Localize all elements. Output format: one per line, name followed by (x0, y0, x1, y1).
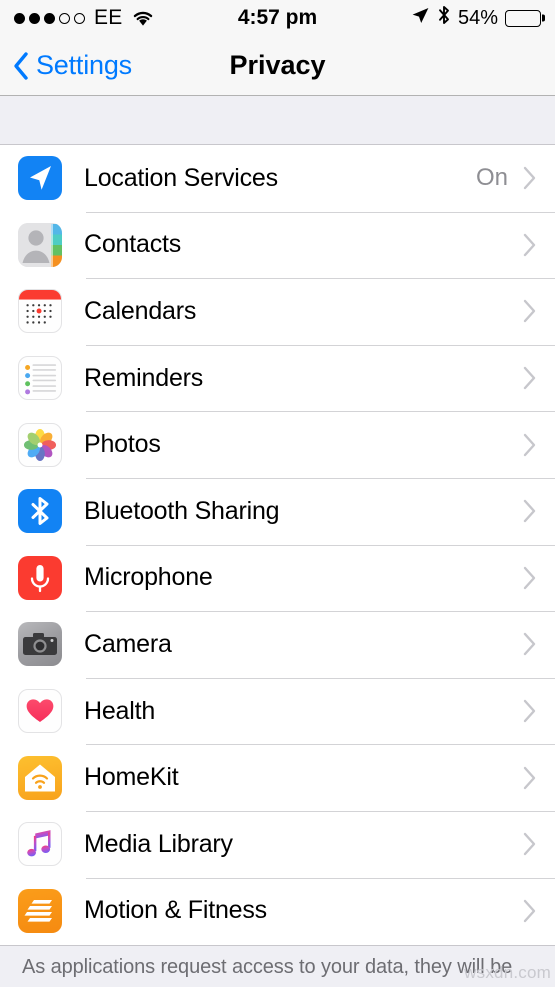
list-item-label: Photos (84, 430, 161, 459)
list-item-motion-fitness[interactable]: Motion & Fitness (0, 877, 555, 945)
calendars-icon (18, 289, 62, 334)
list-item-location-services[interactable]: Location Services On (0, 145, 555, 212)
chevron-right-icon (522, 698, 537, 724)
chevron-right-icon (522, 298, 537, 324)
wifi-icon (132, 10, 154, 27)
contacts-icon (18, 222, 62, 267)
back-button[interactable]: Settings (0, 50, 132, 81)
list-item-photos[interactable]: Photos (0, 411, 555, 478)
signal-dot-4 (59, 12, 70, 24)
list-item-label: Calendars (84, 296, 197, 325)
list-item-label: HomeKit (84, 763, 179, 792)
chevron-right-icon (522, 898, 537, 924)
photos-icon (18, 422, 62, 467)
status-bar-left: EE (14, 6, 154, 30)
list-item-label: Motion & Fitness (84, 896, 267, 925)
footer-note: As applications request access to your d… (0, 945, 555, 987)
list-item-calendars[interactable]: Calendars (0, 278, 555, 345)
homekit-icon (18, 755, 62, 800)
list-item-microphone[interactable]: Microphone (0, 544, 555, 612)
media-library-icon (18, 822, 62, 867)
chevron-right-icon (522, 631, 537, 657)
list-item-label: Location Services (84, 163, 278, 192)
list-item-homekit[interactable]: HomeKit (0, 744, 555, 811)
signal-strength-dots (14, 12, 85, 24)
bluetooth-sharing-icon (18, 489, 62, 534)
chevron-right-icon (522, 165, 537, 191)
reminders-icon (18, 356, 62, 401)
back-button-label: Settings (36, 50, 132, 80)
chevron-right-icon (522, 498, 537, 524)
chevron-right-icon (522, 432, 537, 458)
chevron-right-icon (522, 765, 537, 791)
list-item-bluetooth-sharing[interactable]: Bluetooth Sharing (0, 477, 555, 545)
section-gap (0, 96, 555, 145)
chevron-right-icon (522, 831, 537, 857)
list-item-reminders[interactable]: Reminders (0, 344, 555, 412)
chevron-right-icon (522, 565, 537, 591)
chevron-right-icon (522, 365, 537, 391)
bluetooth-icon (437, 5, 451, 31)
carrier-label: EE (94, 6, 123, 29)
list-item-label: Media Library (84, 829, 233, 858)
microphone-icon (18, 555, 62, 600)
list-item-label: Bluetooth Sharing (84, 496, 280, 525)
list-item-label: Microphone (84, 563, 213, 592)
location-arrow-icon (411, 6, 430, 31)
battery-icon (505, 9, 541, 27)
chevron-left-icon (12, 51, 30, 81)
list-item-label: Reminders (84, 363, 204, 392)
signal-dot-1 (14, 12, 25, 24)
camera-icon (18, 622, 62, 667)
list-item-camera[interactable]: Camera (0, 611, 555, 678)
signal-dot-5 (74, 12, 85, 24)
chevron-right-icon (522, 232, 537, 258)
status-bar: EE 4:57 pm 54% (0, 0, 555, 36)
list-item-contacts[interactable]: Contacts (0, 211, 555, 279)
signal-dot-3 (44, 12, 55, 24)
privacy-settings-list: Location Services On Contacts Calendars … (0, 145, 555, 945)
navigation-bar: Settings Privacy (0, 36, 555, 96)
iphone-screen: EE 4:57 pm 54% Settings Privacy Location… (0, 0, 555, 987)
battery-percent-label: 54% (457, 6, 498, 29)
list-item-value: On (475, 164, 508, 192)
list-item-label: Contacts (84, 230, 182, 259)
list-item-label: Camera (84, 629, 172, 658)
status-bar-right: 54% (411, 5, 541, 31)
location-services-icon (18, 156, 62, 201)
list-item-label: Health (84, 696, 156, 725)
list-item-media-library[interactable]: Media Library (0, 810, 555, 878)
footer-text: As applications request access to your d… (22, 956, 513, 978)
health-icon (18, 689, 62, 734)
list-item-health[interactable]: Health (0, 677, 555, 745)
signal-dot-2 (29, 12, 40, 24)
motion-fitness-icon (18, 888, 62, 933)
watermark: wsxdn.com (464, 963, 551, 982)
